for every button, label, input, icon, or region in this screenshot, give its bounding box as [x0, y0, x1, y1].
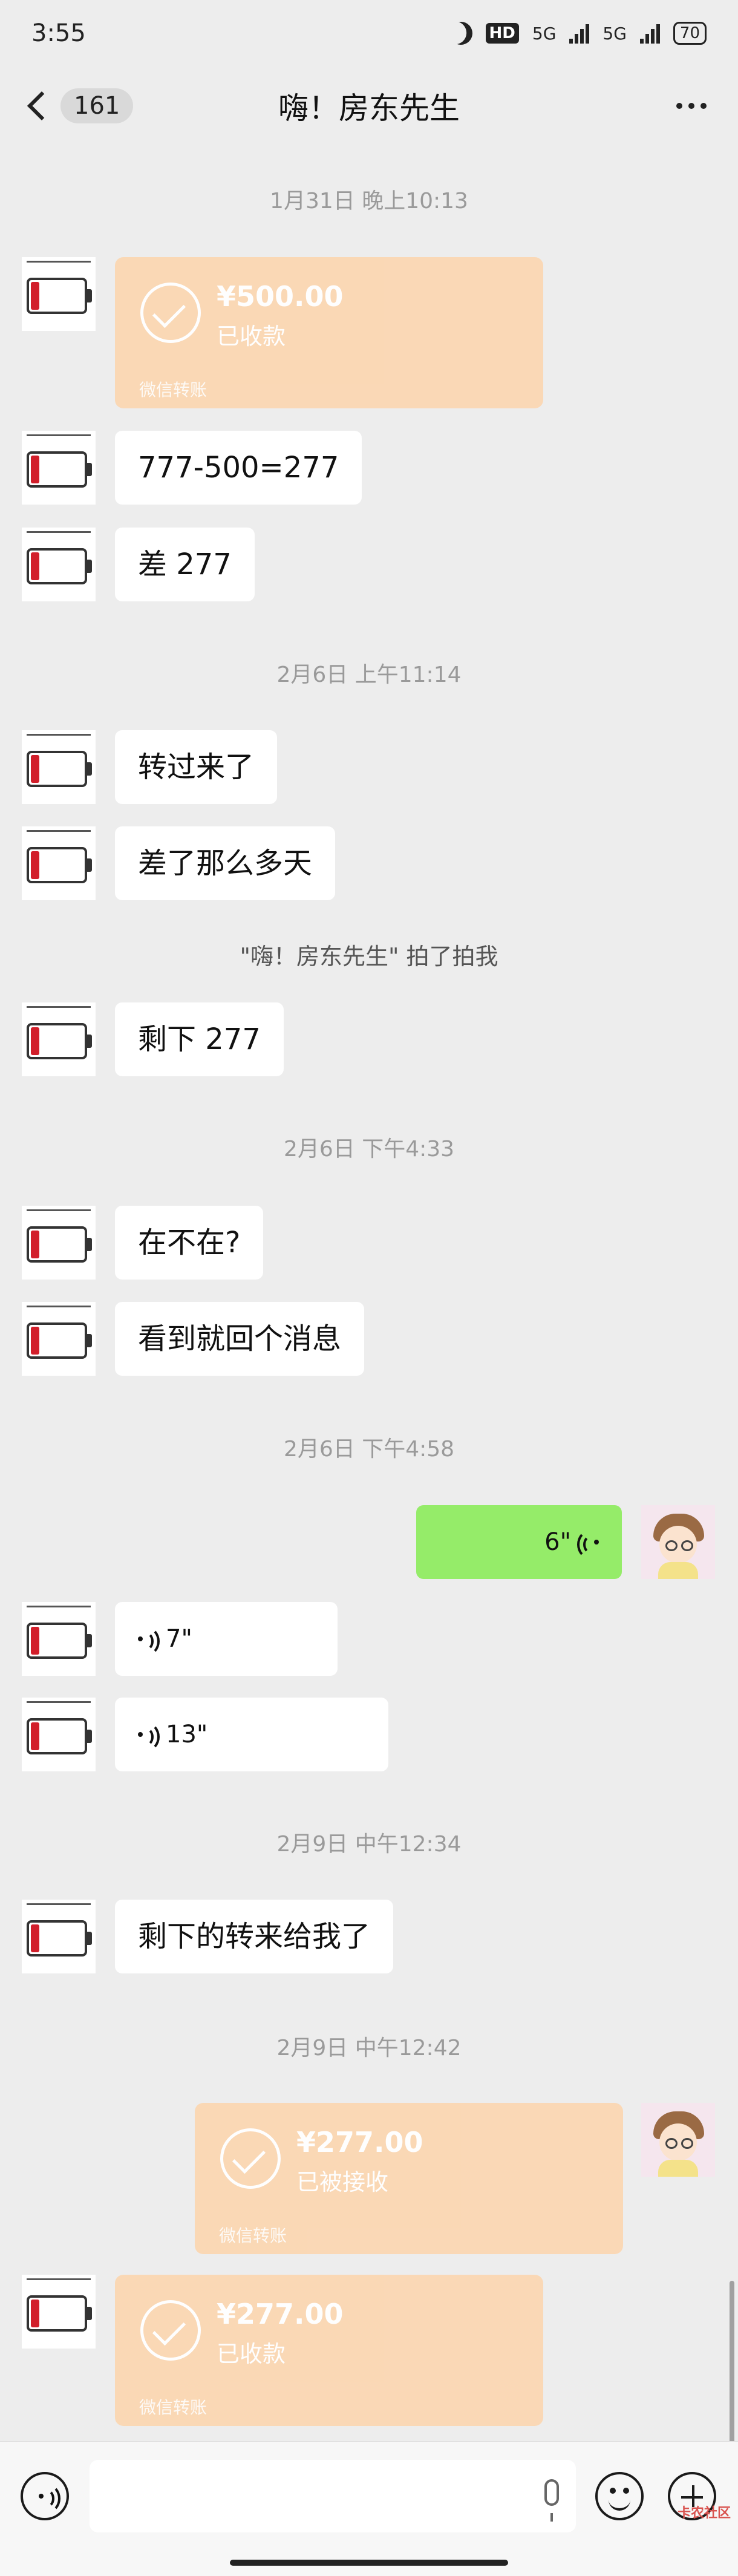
- message-bubble[interactable]: 看到就回个消息: [115, 1302, 365, 1376]
- timestamp: 2月9日 中午12:34: [276, 1832, 462, 1857]
- transfer-card-sent[interactable]: ¥277.00 已被接收 微信转账: [195, 2103, 623, 2254]
- status-time: 3:55: [31, 19, 86, 47]
- chat-header: 161 嗨！房东先生: [0, 67, 738, 145]
- emoji-icon: [609, 2496, 630, 2511]
- message-bubble[interactable]: 差了那么多天: [115, 826, 336, 900]
- my-avatar[interactable]: [641, 2103, 715, 2177]
- voice-wave-icon: [39, 2484, 60, 2513]
- voice-wave-icon: [138, 1722, 160, 1751]
- contact-avatar[interactable]: [22, 730, 96, 804]
- microphone-icon[interactable]: [544, 2479, 559, 2522]
- voice-message[interactable]: 7": [115, 1602, 338, 1676]
- pat-notice: "嗨！房东先生" 拍了拍我: [240, 943, 498, 970]
- timestamp: 2月6日 下午4:33: [283, 1137, 455, 1162]
- transfer-amount: ¥277.00: [296, 2126, 423, 2159]
- contact-avatar[interactable]: [22, 1602, 96, 1676]
- status-icons: HD 5G 5G 70: [449, 22, 707, 45]
- message-bubble[interactable]: 差 277: [115, 528, 255, 601]
- chevron-left-icon: [27, 91, 57, 121]
- contact-avatar[interactable]: [22, 2275, 96, 2349]
- hd-badge: HD: [485, 23, 519, 44]
- contact-avatar[interactable]: [22, 1002, 96, 1076]
- check-circle-icon: [140, 283, 201, 343]
- network-label-2: 5G: [602, 23, 627, 44]
- message-bubble[interactable]: 777-500=277: [115, 431, 362, 505]
- transfer-card-received[interactable]: ¥277.00 已收款 微信转账: [115, 2275, 543, 2426]
- timestamp: 2月6日 上午11:14: [276, 662, 462, 687]
- moon-icon: [446, 19, 475, 48]
- transfer-status: 已被接收: [296, 2169, 389, 2195]
- my-avatar[interactable]: [641, 1505, 715, 1579]
- contact-avatar[interactable]: [22, 1302, 96, 1376]
- voice-duration: 13": [166, 1721, 208, 1748]
- contact-avatar[interactable]: [22, 528, 96, 601]
- emoji-button[interactable]: [595, 2472, 644, 2520]
- voice-duration: 6": [544, 1528, 571, 1556]
- check-circle-icon: [220, 2128, 281, 2189]
- message-bubble[interactable]: 剩下 277: [115, 1002, 284, 1076]
- watermark-logo: 卡农社区: [677, 2506, 731, 2521]
- transfer-amount: ¥277.00: [217, 2298, 344, 2330]
- contact-avatar[interactable]: [22, 431, 96, 505]
- voice-input-toggle[interactable]: [21, 2472, 69, 2520]
- signal-icon-2: [639, 23, 660, 44]
- transfer-amount: ¥500.00: [217, 280, 344, 313]
- message-bubble[interactable]: 剩下的转来给我了: [115, 1900, 394, 1973]
- contact-avatar[interactable]: [22, 826, 96, 900]
- timestamp: 2月6日 下午4:58: [283, 1437, 455, 1462]
- message-input[interactable]: [90, 2460, 576, 2532]
- emoji-eye: [610, 2488, 616, 2494]
- unread-count-badge: 161: [60, 88, 134, 123]
- battery-icon: 70: [673, 22, 707, 45]
- transfer-brand: 微信转账: [219, 2226, 287, 2246]
- message-bubble[interactable]: 在不在?: [115, 1206, 264, 1280]
- voice-message-sent[interactable]: 6": [416, 1505, 622, 1579]
- check-circle-icon: [140, 2300, 201, 2361]
- status-bar: 3:55 HD 5G 5G 70: [0, 0, 738, 67]
- voice-duration: 7": [166, 1625, 192, 1653]
- home-indicator[interactable]: [230, 2560, 508, 2566]
- timestamp: 1月31日 晚上10:13: [270, 189, 468, 214]
- scrollbar[interactable]: [730, 2281, 734, 2444]
- timestamp: 2月9日 中午12:42: [276, 2036, 462, 2061]
- input-toolbar: 卡农社区: [0, 2441, 738, 2576]
- back-button[interactable]: 161: [24, 88, 134, 123]
- message-bubble[interactable]: 转过来了: [115, 730, 278, 804]
- contact-avatar[interactable]: [22, 1698, 96, 1771]
- transfer-brand: 微信转账: [139, 2398, 207, 2417]
- transfer-status: 已收款: [217, 2341, 286, 2367]
- transfer-brand: 微信转账: [139, 380, 207, 400]
- contact-avatar[interactable]: [22, 257, 96, 331]
- network-label: 5G: [532, 23, 557, 44]
- transfer-status: 已收款: [217, 323, 286, 350]
- contact-avatar[interactable]: [22, 1206, 96, 1280]
- voice-wave-icon: [577, 1530, 602, 1559]
- more-options-button[interactable]: [676, 103, 707, 109]
- transfer-card-received[interactable]: ¥500.00 已收款 微信转账: [115, 257, 543, 408]
- voice-message[interactable]: 13": [115, 1698, 388, 1771]
- emoji-eye: [623, 2488, 629, 2494]
- contact-avatar[interactable]: [22, 1900, 96, 1973]
- voice-wave-icon: [138, 1627, 160, 1656]
- signal-icon: [569, 23, 590, 44]
